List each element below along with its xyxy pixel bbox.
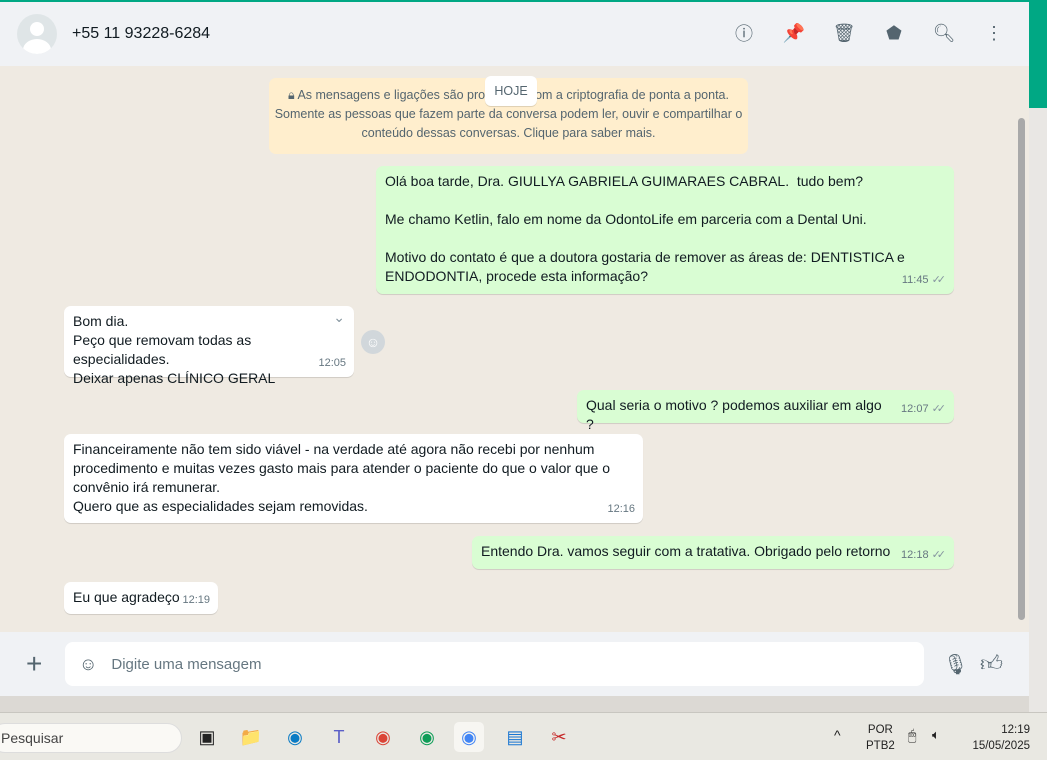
window-edge (1029, 108, 1047, 712)
contact-avatar[interactable] (17, 14, 57, 54)
composer: + ☺ Digite uma mensagem 🎙︎ 👍︎ (0, 632, 1029, 696)
message-input[interactable]: ☺ Digite uma mensagem (65, 642, 924, 686)
chat-header: +55 11 93228-6284 ⓘ 📌 🗑 ⬟ 🔍︎ ⋮ (0, 2, 1029, 66)
clock[interactable]: 12:19 15/05/2025 (964, 722, 1030, 754)
scrollbar[interactable] (1018, 118, 1025, 620)
emoji-reaction-icon[interactable]: ☺ (361, 330, 385, 354)
window-edge (1029, 0, 1047, 108)
chrome-icon[interactable]: ◉ (368, 722, 398, 752)
file-explorer-icon[interactable]: 📁 (236, 722, 266, 752)
teams-icon[interactable]: T (324, 722, 354, 752)
message-outgoing[interactable]: Qual seria o motivo ? podemos auxiliar e… (577, 390, 954, 432)
message-outgoing[interactable]: Olá boa tarde, Dra. GIULLYA GABRIELA GUI… (376, 166, 954, 294)
notepad-icon[interactable]: ▤ (500, 722, 530, 752)
network-icon[interactable]: 🖱︎ (908, 727, 916, 743)
date-badge: HOJE (485, 76, 537, 106)
taskbar-search[interactable]: Pesquisar (0, 723, 182, 753)
message-incoming[interactable]: Eu que agradeço 12:19 (64, 582, 218, 614)
menu-icon[interactable]: ⋮ (983, 22, 1005, 44)
message-incoming[interactable]: Bom dia. Peço que removam todas as espec… (64, 306, 354, 386)
windows-taskbar: Pesquisar ▣ 📁 ◉ T ◉ ◉ ◉ ▤ ✂ ^ POR PTB2 🖱︎… (0, 712, 1047, 760)
whatsapp-window: +55 11 93228-6284 ⓘ 📌 🗑 ⬟ 🔍︎ ⋮ 🔒︎ As men… (0, 0, 1029, 696)
thumbs-up-icon[interactable]: 👍︎ (980, 650, 1003, 677)
message-outgoing[interactable]: Entendo Dra. vamos seguir com a tratativ… (472, 536, 954, 569)
chevron-down-icon[interactable]: ⌄ (333, 308, 345, 327)
edge-icon[interactable]: ◉ (280, 722, 310, 752)
label-icon[interactable]: ⬟ (883, 22, 905, 44)
sticker-icon[interactable]: ☺ (79, 654, 97, 675)
microphone-icon[interactable]: 🎙︎ (943, 652, 968, 677)
search-icon[interactable]: 🔍︎ (933, 22, 956, 44)
double-check-icon: ✓✓ (931, 403, 947, 415)
volume-icon[interactable]: 🔈︎ (932, 727, 940, 743)
pin-icon[interactable]: 📌 (783, 22, 805, 44)
info-icon[interactable]: ⓘ (733, 22, 755, 44)
snipping-tool-icon[interactable]: ✂ (544, 722, 574, 752)
double-check-icon: ✓✓ (931, 549, 947, 561)
delete-icon[interactable]: 🗑 (833, 22, 856, 44)
message-incoming[interactable]: Financeiramente não tem sido viável - na… (64, 434, 643, 523)
message-list: 🔒︎ As mensagens e ligações são protegida… (0, 66, 1020, 632)
chrome-icon[interactable]: ◉ (412, 722, 442, 752)
chrome-active-icon[interactable]: ◉ (454, 722, 484, 752)
language-indicator[interactable]: POR PTB2 (866, 722, 895, 754)
contact-name[interactable]: +55 11 93228-6284 (72, 25, 210, 43)
tray-chevron-icon[interactable]: ^ (834, 727, 841, 743)
attach-plus-icon[interactable]: + (26, 650, 42, 678)
task-view-icon[interactable]: ▣ (192, 722, 222, 752)
double-check-icon: ✓✓ (931, 274, 947, 286)
